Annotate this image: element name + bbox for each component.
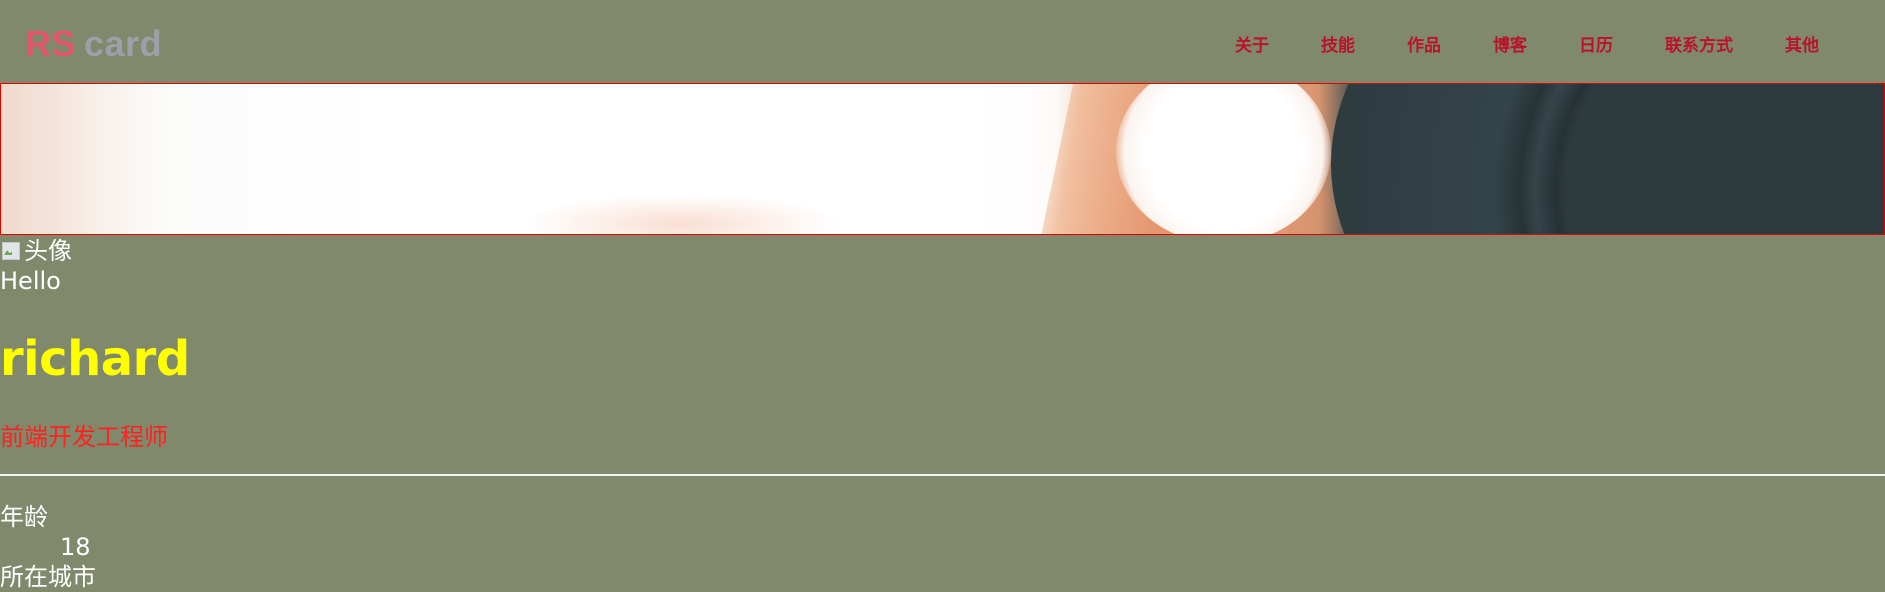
site-header: RS card 关于 技能 作品 博客 日历 联系方式 其他 [0, 0, 1885, 84]
avatar-alt-text: 头像 [24, 237, 72, 265]
hero-banner-image [0, 83, 1885, 235]
page: RS card 关于 技能 作品 博客 日历 联系方式 其他 头像 Hello r… [0, 0, 1885, 592]
info-label-age: 年龄 [0, 503, 48, 531]
site-logo[interactable]: RS card [25, 22, 162, 66]
profile-section: 头像 Hello richard 前端开发工程师 年龄 18 所在城市 [0, 236, 1885, 592]
main-nav: 关于 技能 作品 博客 日历 联系方式 其他 [1209, 33, 1845, 59]
greeting-text: Hello [0, 267, 61, 295]
logo-part-rs: RS [25, 23, 77, 64]
avatar: 头像 [0, 236, 1885, 266]
nav-item-blog[interactable]: 博客 [1467, 33, 1553, 59]
nav-item-calendar[interactable]: 日历 [1553, 33, 1639, 59]
nav-item-works[interactable]: 作品 [1381, 33, 1467, 59]
nav-item-contact[interactable]: 联系方式 [1639, 33, 1759, 59]
logo-part-card: card [84, 23, 163, 64]
profile-name: richard [0, 331, 190, 387]
nav-item-other[interactable]: 其他 [1759, 33, 1845, 59]
info-label-city: 所在城市 [0, 563, 96, 591]
nav-item-skills[interactable]: 技能 [1295, 33, 1381, 59]
broken-image-icon [0, 240, 22, 262]
job-title: 前端开发工程师 [0, 423, 168, 451]
vinyl-record-shape [1331, 84, 1884, 234]
info-value-age: 18 [60, 533, 91, 561]
divider [0, 474, 1885, 476]
nav-item-about[interactable]: 关于 [1209, 33, 1295, 59]
